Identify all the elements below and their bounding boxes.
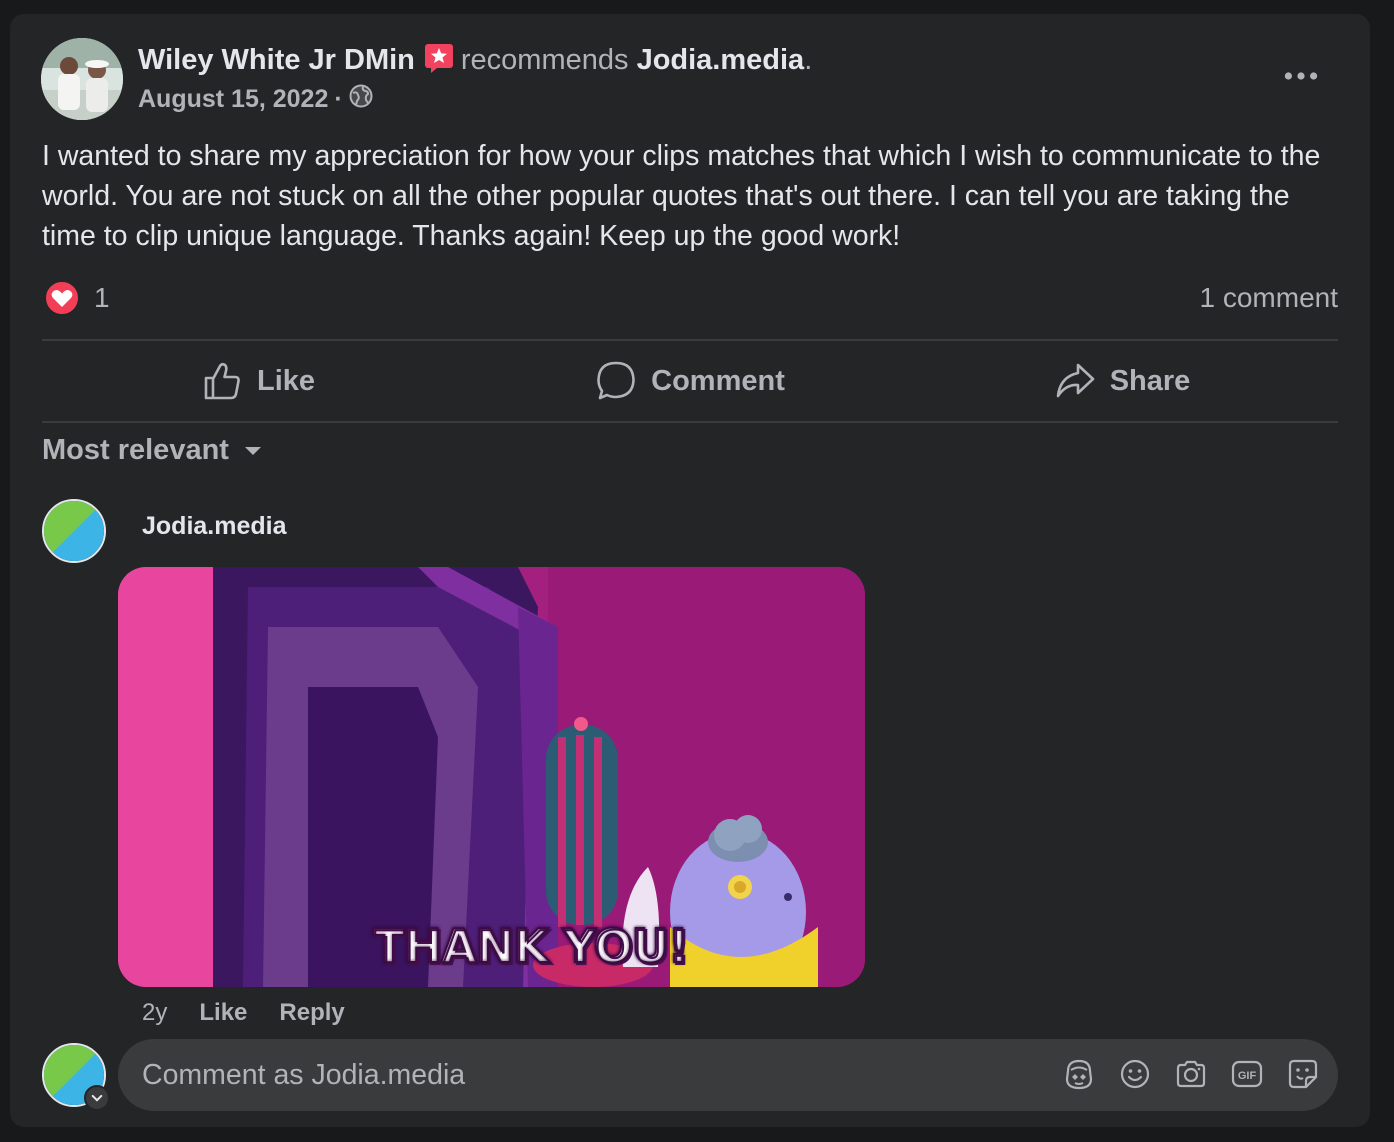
thumbs-up-icon — [204, 362, 240, 400]
sticker-icon[interactable] — [1286, 1057, 1320, 1091]
share-label: Share — [1109, 364, 1191, 397]
like-button[interactable]: Like — [42, 340, 474, 422]
author-name[interactable]: Wiley White Jr DMin — [138, 44, 415, 76]
post-header: Wiley White Jr DMin recommends Jodia.medi… — [138, 42, 812, 78]
comment-sort-dropdown[interactable]: Most relevant — [42, 434, 263, 467]
speech-bubble-icon — [597, 361, 635, 400]
comment-input[interactable] — [142, 1039, 1022, 1111]
post-card: Wiley White Jr DMin recommends Jodia.medi… — [10, 14, 1370, 1127]
post-text: I wanted to share my appreciation for ho… — [42, 140, 1321, 252]
like-label: Like — [256, 364, 316, 397]
comment-button[interactable]: Comment — [474, 340, 906, 422]
more-options-button[interactable] — [1276, 56, 1326, 96]
author-avatar[interactable] — [41, 38, 123, 120]
comment-composer: GIF — [118, 1039, 1338, 1111]
commenter-avatar[interactable] — [42, 499, 106, 563]
page-name-link[interactable]: Jodia.media — [637, 44, 805, 76]
chevron-down-icon[interactable] — [84, 1085, 110, 1111]
gif-caption: THANK YOU! — [373, 919, 688, 973]
gif-scene: THANK YOU! — [118, 567, 865, 987]
comment-label: Comment — [651, 364, 785, 397]
share-button[interactable]: Share — [906, 340, 1338, 422]
reaction-summary: 1 1 comment — [42, 278, 1338, 318]
composer-avatar[interactable] — [42, 1043, 110, 1111]
commenter-name[interactable]: Jodia.media — [142, 512, 287, 541]
post-date[interactable]: August 15, 2022 — [138, 85, 328, 114]
composer-tools: GIF — [1062, 1057, 1320, 1091]
love-reaction-icon[interactable] — [44, 280, 80, 316]
share-arrow-icon — [1056, 363, 1094, 398]
recommends-text: recommends — [460, 44, 629, 76]
more-horizontal-icon — [1284, 72, 1318, 80]
divider-bottom — [42, 421, 1338, 423]
post-meta: August 15, 2022 · — [138, 84, 373, 115]
comment-count[interactable]: 1 comment — [1200, 282, 1339, 314]
svg-text:GIF: GIF — [1238, 1070, 1257, 1082]
meta-separator: · — [334, 85, 343, 113]
avatar-sticker-icon[interactable] — [1062, 1057, 1096, 1091]
emoji-icon[interactable] — [1118, 1057, 1152, 1091]
gif-icon[interactable]: GIF — [1230, 1057, 1264, 1091]
comment-gif[interactable]: THANK YOU! — [118, 567, 865, 987]
post-actions: Like Comment Share — [42, 340, 1338, 422]
globe-icon[interactable] — [349, 84, 373, 115]
sort-label: Most relevant — [42, 434, 229, 466]
comment-reply-button[interactable]: Reply — [279, 999, 344, 1027]
comment-actions: 2y Like Reply — [142, 999, 345, 1027]
recommendation-icon — [423, 42, 455, 74]
comment-like-button[interactable]: Like — [199, 999, 247, 1027]
header-period: . — [804, 44, 813, 76]
camera-icon[interactable] — [1174, 1057, 1208, 1091]
caret-down-icon — [244, 446, 261, 455]
comment-age[interactable]: 2y — [142, 999, 167, 1027]
reaction-count[interactable]: 1 — [94, 282, 110, 314]
